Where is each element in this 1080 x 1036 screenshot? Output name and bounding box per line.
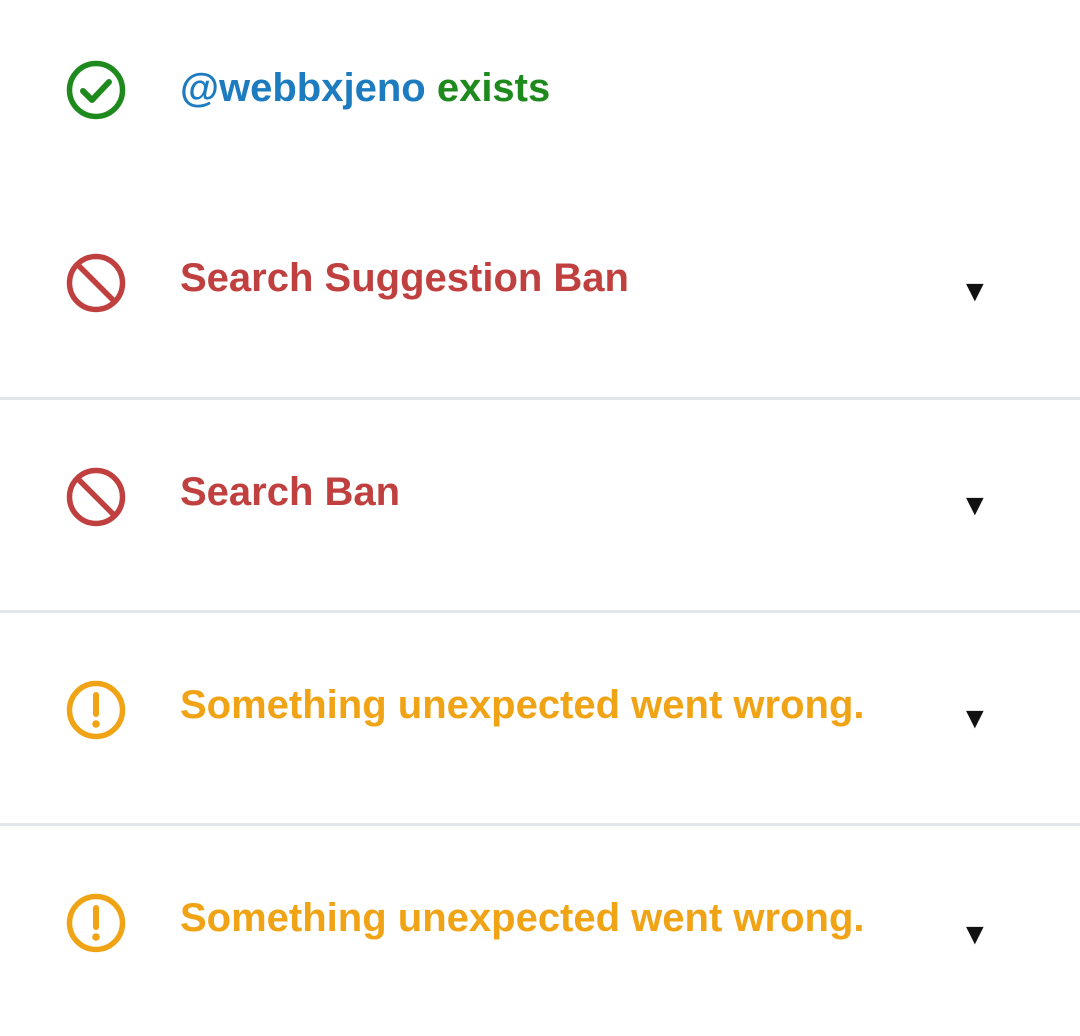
expand-chevron-icon[interactable]: ▼ — [960, 275, 990, 309]
ban-icon — [66, 253, 126, 313]
result-row-exists: @webbxjeno exists — [0, 0, 1080, 185]
result-row-search-ban[interactable]: Search Ban ▼ — [0, 397, 1080, 610]
result-row-warning[interactable]: Something unexpected went wrong. ▼ — [0, 823, 1080, 1036]
result-row-search-suggestion-ban[interactable]: Search Suggestion Ban ▼ — [0, 185, 1080, 397]
expand-chevron-icon[interactable]: ▼ — [960, 489, 990, 523]
ban-icon — [66, 467, 126, 527]
search-ban-label: Search Ban — [180, 470, 401, 514]
result-label: @webbxjeno exists — [180, 64, 550, 112]
search-suggestion-ban-label: Search Suggestion Ban — [180, 256, 629, 300]
exists-status-text: exists — [436, 66, 551, 110]
error-message-label: Something unexpected went wrong. — [180, 683, 865, 727]
result-row-warning[interactable]: Something unexpected went wrong. ▼ — [0, 610, 1080, 823]
exclamation-circle-icon — [66, 893, 126, 953]
expand-chevron-icon[interactable]: ▼ — [960, 918, 990, 952]
results-card: @webbxjeno exists Search Suggestion Ban … — [0, 0, 1080, 1036]
exclamation-circle-icon — [66, 680, 126, 740]
expand-chevron-icon[interactable]: ▼ — [960, 702, 990, 736]
username-handle: @webbxjeno — [180, 66, 426, 110]
check-circle-icon — [66, 60, 126, 120]
error-message-label: Something unexpected went wrong. — [180, 896, 865, 940]
